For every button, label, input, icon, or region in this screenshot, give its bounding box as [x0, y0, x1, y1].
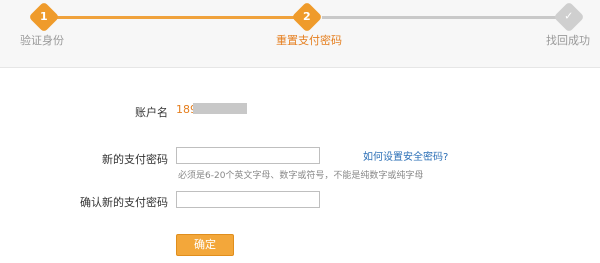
progress-steps: 1 2 ✓ 验证身份 重置支付密码 找回成功 — [0, 0, 600, 68]
confirm-password-label: 确认新的支付密码 — [80, 196, 168, 209]
checkmark-icon: ✓ — [564, 10, 574, 23]
new-password-label: 新的支付密码 — [102, 153, 168, 166]
step-1-number: 1 — [40, 10, 48, 23]
confirm-password-input[interactable] — [176, 191, 320, 208]
step-1-label: 验证身份 — [20, 34, 64, 47]
password-hint: 必须是6-20个英文字母、数字或符号，不能是纯数字或纯字母 — [178, 171, 424, 181]
step-3-label: 找回成功 — [546, 34, 590, 47]
step-progress-line-todo — [322, 16, 558, 19]
account-label: 账户名 — [135, 106, 168, 119]
step-2-marker: 2 — [291, 1, 323, 33]
password-help-link[interactable]: 如何设置安全密码? — [363, 148, 448, 163]
step-3-marker: ✓ — [553, 1, 585, 33]
step-1-marker: 1 — [28, 1, 60, 33]
step-progress-line-done — [52, 16, 306, 19]
confirm-button[interactable]: 确定 — [176, 234, 234, 256]
new-password-input[interactable] — [176, 147, 320, 164]
step-2-label: 重置支付密码 — [276, 34, 342, 47]
account-mask — [193, 103, 247, 114]
step-2-number: 2 — [303, 10, 311, 23]
